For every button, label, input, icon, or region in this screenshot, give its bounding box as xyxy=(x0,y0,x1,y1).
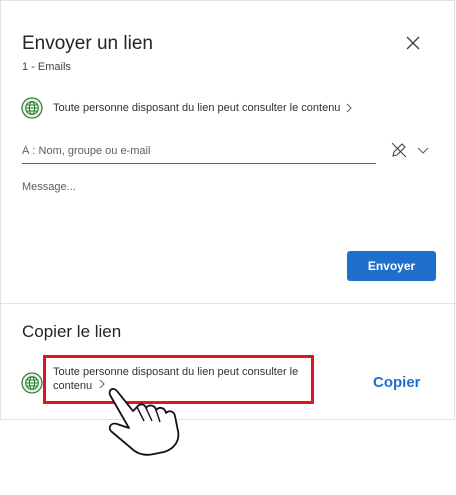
chevron-right-icon xyxy=(347,103,353,113)
share-dialog: Envoyer un lien 1 - Emails Toute personn… xyxy=(0,0,456,420)
recipients-input[interactable] xyxy=(22,139,376,164)
dialog-subtitle: 1 - Emails xyxy=(22,61,71,73)
close-icon[interactable] xyxy=(401,31,425,55)
send-button[interactable]: Envoyer xyxy=(347,251,436,281)
dialog-title: Envoyer un lien xyxy=(22,33,153,54)
pen-slash-icon xyxy=(391,142,407,158)
copy-link-title: Copier le lien xyxy=(22,322,122,341)
globe-icon xyxy=(21,372,43,394)
copy-button[interactable]: Copier xyxy=(373,374,421,391)
section-divider xyxy=(1,303,456,304)
chevron-down-icon xyxy=(417,147,429,154)
permission-text: Toute personne disposant du lien peut co… xyxy=(53,102,341,114)
link-permission-row[interactable]: Toute personne disposant du lien peut co… xyxy=(21,97,353,119)
message-field[interactable] xyxy=(22,181,432,241)
globe-icon xyxy=(21,97,43,119)
hand-pointer-icon xyxy=(108,388,180,456)
link-settings-button[interactable] xyxy=(389,140,431,160)
